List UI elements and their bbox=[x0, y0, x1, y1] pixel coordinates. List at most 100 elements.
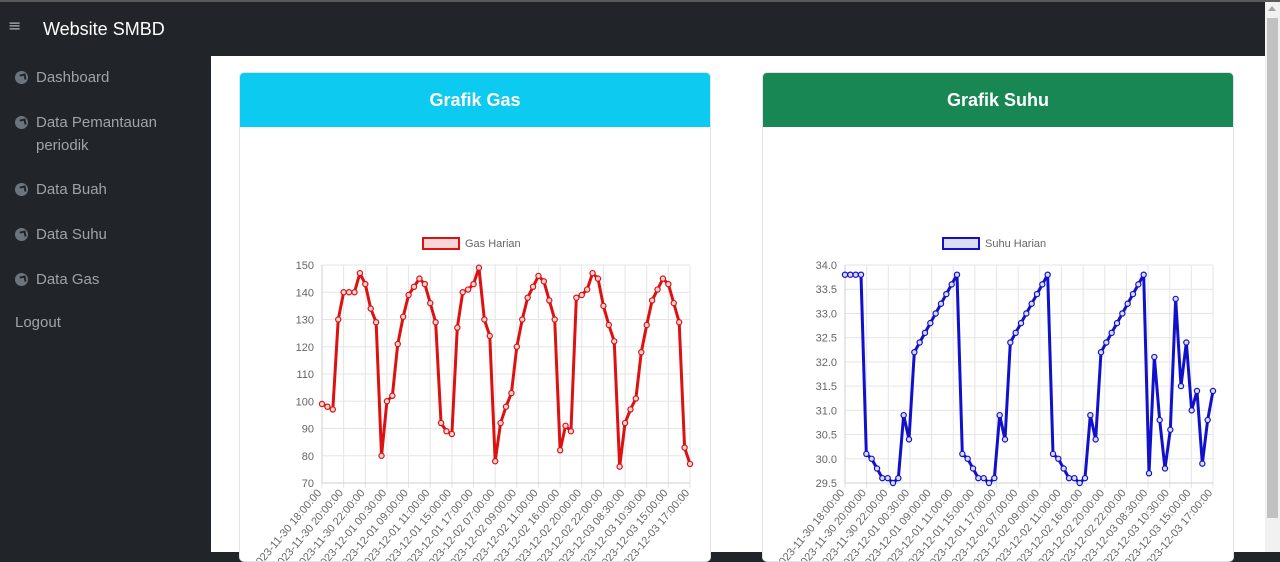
gas-data-point bbox=[372, 319, 380, 326]
gas-data-point bbox=[535, 272, 542, 280]
gas-plot-area: 1501401301201101009080702023-11-30 18:00… bbox=[250, 260, 694, 561]
gas-legend-label: Gas Harian bbox=[465, 238, 521, 250]
tachometer-icon bbox=[15, 228, 28, 241]
suhu-data-point bbox=[1156, 416, 1163, 424]
gas-data-point bbox=[529, 283, 537, 291]
suhu-data-point bbox=[868, 455, 875, 462]
suhu-data-point bbox=[1060, 465, 1067, 472]
gas-data-point bbox=[454, 324, 461, 331]
gas-data-point bbox=[481, 316, 488, 323]
gas-data-point bbox=[546, 297, 553, 304]
sidebar-item-data-suhu[interactable]: Data Suhu bbox=[15, 223, 107, 246]
suhu-data-point bbox=[1177, 382, 1185, 390]
tachometer-icon bbox=[15, 183, 28, 196]
suhu-data-point bbox=[975, 474, 982, 482]
gas-data-point bbox=[318, 400, 326, 408]
suhu-data-point bbox=[916, 339, 923, 346]
gas-chart: Gas Harian 1501401301201101009080702023-1… bbox=[250, 237, 694, 561]
gas-data-point bbox=[405, 291, 412, 299]
gas-data-point bbox=[345, 289, 353, 296]
gas-data-point bbox=[383, 398, 391, 405]
gas-data-point bbox=[567, 428, 575, 435]
sidebar-item-data-pemantauan[interactable]: Data Pemantauan periodik bbox=[15, 111, 185, 157]
suhu-data-point bbox=[1161, 465, 1169, 472]
suhu-data-point bbox=[948, 281, 955, 288]
sidebar-item-dashboard[interactable]: Dashboard bbox=[15, 66, 109, 89]
suhu-y-tick-label: 33.5 bbox=[816, 284, 837, 296]
gas-data-point bbox=[681, 444, 688, 451]
suhu-data-point bbox=[1092, 436, 1099, 443]
scroll-up-arrow-icon[interactable] bbox=[1268, 6, 1276, 11]
logout-link[interactable]: Logout bbox=[15, 314, 61, 331]
suhu-data-point bbox=[959, 450, 966, 458]
gas-data-point bbox=[432, 319, 439, 326]
suhu-data-point bbox=[1065, 474, 1073, 482]
suhu-data-point bbox=[1183, 339, 1190, 346]
suhu-legend-swatch bbox=[942, 237, 980, 250]
gas-data-point bbox=[394, 340, 401, 348]
gas-data-point bbox=[513, 343, 521, 350]
page-scrollbar[interactable] bbox=[1265, 2, 1280, 552]
sidebar-item-data-gas[interactable]: Data Gas bbox=[15, 268, 99, 291]
menu-toggle-icon[interactable]: ≡ bbox=[8, 18, 22, 34]
suhu-data-point bbox=[1044, 271, 1051, 278]
gas-data-point bbox=[437, 419, 445, 427]
suhu-data-point bbox=[1097, 348, 1105, 356]
suhu-data-point bbox=[1081, 474, 1089, 482]
suhu-data-point bbox=[1119, 310, 1126, 317]
suhu-data-point bbox=[985, 479, 993, 487]
suhu-data-point bbox=[863, 450, 870, 458]
suhu-data-point bbox=[879, 474, 886, 482]
gas-y-tick-label: 140 bbox=[296, 287, 314, 299]
suhu-data-point bbox=[884, 474, 891, 482]
suhu-series-line bbox=[845, 273, 1215, 485]
gas-data-point bbox=[551, 316, 558, 323]
suhu-data-point bbox=[932, 310, 939, 317]
suhu-data-point bbox=[1028, 300, 1035, 307]
gas-data-point bbox=[502, 403, 510, 410]
suhu-data-point bbox=[905, 436, 913, 443]
suhu-data-point bbox=[847, 271, 854, 278]
gas-data-point bbox=[470, 280, 477, 288]
suhu-y-tick-label: 29.5 bbox=[816, 478, 837, 490]
brand-title[interactable]: Website SMBD bbox=[43, 19, 165, 40]
gas-data-point bbox=[616, 463, 623, 470]
suhu-data-point bbox=[937, 300, 945, 307]
suhu-data-point bbox=[1012, 329, 1019, 337]
gas-data-point bbox=[519, 316, 526, 323]
gas-data-point bbox=[632, 395, 640, 402]
gas-data-point bbox=[621, 419, 629, 427]
gas-data-point bbox=[562, 422, 569, 429]
suhu-data-point bbox=[1124, 300, 1131, 307]
gas-data-point bbox=[459, 289, 466, 296]
suhu-y-tick-label: 34.0 bbox=[816, 260, 837, 272]
suhu-data-point bbox=[1209, 387, 1217, 395]
gas-data-point bbox=[464, 286, 472, 293]
suhu-chart-card: Grafik Suhu Suhu Harian 34.0 33.5 33.0 32.5 3… bbox=[762, 72, 1234, 562]
gas-data-point bbox=[686, 460, 694, 468]
gas-data-point bbox=[497, 419, 504, 427]
suhu-y-tick-label: 31.5 bbox=[816, 381, 837, 393]
suhu-data-point bbox=[1049, 450, 1057, 458]
gas-card-header: Grafik Gas bbox=[240, 73, 710, 127]
suhu-data-point bbox=[1129, 290, 1137, 298]
suhu-data-point bbox=[1103, 339, 1110, 346]
gas-data-point bbox=[654, 286, 661, 293]
suhu-y-tick-label: 32.5 bbox=[816, 333, 837, 345]
gas-data-point bbox=[443, 428, 450, 435]
sidebar-item-data-buah[interactable]: Data Buah bbox=[15, 178, 107, 201]
gas-legend-swatch bbox=[422, 237, 460, 250]
gas-y-tick-label: 120 bbox=[296, 342, 314, 354]
gas-y-tick-label: 100 bbox=[296, 396, 314, 408]
gas-data-point bbox=[340, 289, 347, 296]
gas-data-point bbox=[524, 294, 531, 301]
gas-data-point bbox=[416, 275, 423, 282]
scroll-thumb[interactable] bbox=[1267, 18, 1278, 518]
sidebar-item-label: Data Gas bbox=[36, 271, 100, 288]
suhu-data-point bbox=[1076, 479, 1083, 487]
gas-data-point bbox=[589, 269, 596, 277]
suhu-data-point bbox=[873, 465, 881, 472]
gas-data-point bbox=[389, 392, 396, 399]
tachometer-icon bbox=[15, 116, 28, 129]
gas-data-point bbox=[508, 389, 515, 397]
